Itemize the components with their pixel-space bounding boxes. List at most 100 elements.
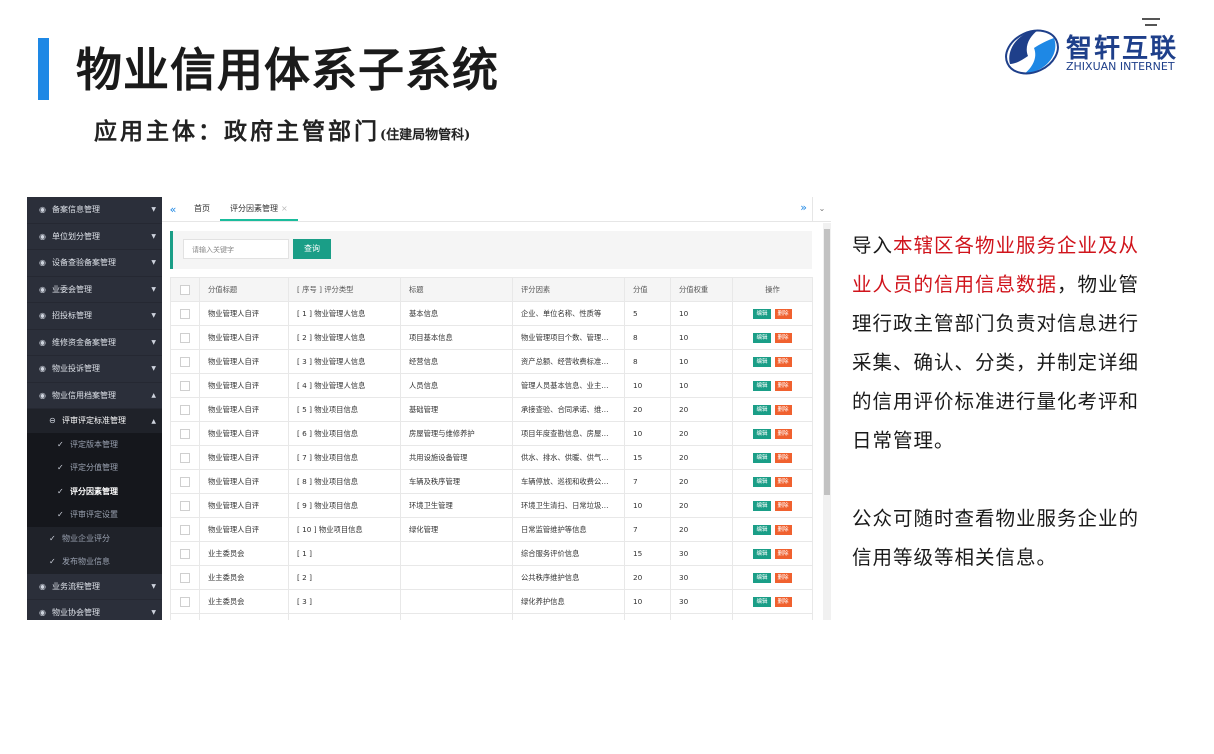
tab-scroll-left-icon[interactable]: « [162, 203, 184, 216]
sidebar-item[interactable]: ◉ 物业投诉管理 ▼ [27, 356, 162, 383]
row-checkbox-cell[interactable] [170, 613, 200, 620]
sidebar-item[interactable]: ◉ 物业协会管理 ▼ [27, 600, 162, 620]
delete-button[interactable]: 删除 [774, 549, 792, 559]
delete-button[interactable]: 删除 [774, 525, 792, 535]
close-icon[interactable]: × [281, 204, 288, 213]
table-cell: 物业管理人自评 [199, 445, 289, 470]
edit-button[interactable]: 编辑 [753, 405, 771, 415]
table-cell: 车辆及秩序管理 [400, 469, 513, 494]
checkbox[interactable] [180, 308, 190, 319]
checkbox[interactable] [180, 404, 190, 415]
checkbox[interactable] [180, 452, 190, 463]
sidebar-subitem[interactable]: ✓ 评分因素管理 [27, 479, 162, 503]
delete-button[interactable]: 删除 [774, 405, 792, 415]
row-checkbox-cell[interactable] [170, 565, 200, 590]
sidebar-item[interactable]: ◉ 维修资金备案管理 ▼ [27, 330, 162, 356]
edit-button[interactable]: 编辑 [753, 429, 771, 439]
checkbox[interactable] [180, 428, 190, 439]
edit-button[interactable]: 编辑 [753, 597, 771, 607]
table-cell: 10 [670, 325, 733, 350]
delete-button[interactable]: 删除 [774, 357, 792, 367]
delete-button[interactable]: 删除 [774, 597, 792, 607]
tab-scoring-factors[interactable]: 评分因素管理 × [220, 197, 298, 221]
sidebar-item-label: 评分因素管理 [70, 486, 118, 496]
delete-button[interactable]: 删除 [774, 573, 792, 583]
tab-home[interactable]: 首页 [184, 197, 220, 221]
row-checkbox-cell[interactable] [170, 397, 200, 422]
checkbox[interactable] [180, 476, 190, 487]
table-cell: 项目基本信息 [400, 325, 513, 350]
table-cell: [ 5 ] 物业项目信息 [288, 397, 401, 422]
edit-button[interactable]: 编辑 [753, 381, 771, 391]
table-cell: 30 [670, 541, 733, 566]
row-checkbox-cell[interactable] [170, 445, 200, 470]
page-subtitle: 应用主体：政府主管部门(住建局物管科) [94, 112, 470, 146]
sidebar-subitem[interactable]: ✓ 发布物业信息 [27, 550, 162, 574]
delete-button[interactable]: 删除 [774, 333, 792, 343]
checkbox[interactable] [180, 332, 190, 343]
delete-button[interactable]: 删除 [774, 477, 792, 487]
table-cell: 物业管理人自评 [199, 301, 289, 326]
row-checkbox-cell[interactable] [170, 349, 200, 374]
edit-button[interactable]: 编辑 [753, 525, 771, 535]
row-checkbox-cell[interactable] [170, 541, 200, 566]
table-cell: 经营信息 [400, 349, 513, 374]
page-title: 物业信用体系子系统 [76, 43, 499, 97]
edit-button[interactable]: 编辑 [753, 573, 771, 583]
sidebar-subitem[interactable]: ✓ 评定分值管理 [27, 456, 162, 480]
sidebar-subitem[interactable]: ✓ 物业企业评分 [27, 527, 162, 551]
sidebar-subitem[interactable]: ✓ 评定版本管理 [27, 432, 162, 456]
delete-button[interactable]: 删除 [774, 309, 792, 319]
sidebar-subitem[interactable]: ✓ 评审评定设置 [27, 503, 162, 527]
edit-button[interactable]: 编辑 [753, 453, 771, 463]
sidebar-item[interactable]: ◉ 设备查验备案管理 ▼ [27, 250, 162, 277]
edit-button[interactable]: 编辑 [753, 501, 771, 511]
checkbox[interactable] [180, 596, 190, 607]
sidebar-item[interactable]: ◉ 业务流程管理 ▼ [27, 574, 162, 600]
edit-button[interactable]: 编辑 [753, 549, 771, 559]
delete-button[interactable]: 删除 [774, 453, 792, 463]
row-checkbox-cell[interactable] [170, 589, 200, 614]
search-button[interactable]: 查询 [293, 239, 331, 259]
edit-button[interactable]: 编辑 [753, 477, 771, 487]
checkbox[interactable] [180, 380, 190, 391]
edit-button[interactable]: 编辑 [753, 333, 771, 343]
edit-button[interactable]: 编辑 [753, 357, 771, 367]
checkbox[interactable] [180, 356, 190, 367]
row-checkbox-cell[interactable] [170, 421, 200, 446]
chevron-down-icon[interactable]: ⌄ [812, 197, 831, 221]
caret-down-icon: ▼ [151, 232, 156, 240]
select-all-checkbox[interactable] [170, 277, 200, 302]
sidebar-item[interactable]: ◉ 物业信用档案管理 ▲ [27, 383, 162, 409]
delete-button[interactable]: 删除 [774, 381, 792, 391]
row-checkbox-cell[interactable] [170, 469, 200, 494]
checkbox[interactable] [180, 524, 190, 535]
table-cell: 20 [670, 493, 733, 518]
row-checkbox-cell[interactable] [170, 325, 200, 350]
sidebar-item[interactable]: ◉ 业委会管理 ▼ [27, 277, 162, 303]
row-checkbox-cell[interactable] [170, 301, 200, 326]
caret-down-icon: ▼ [151, 285, 156, 293]
sidebar-item[interactable]: ◉ 单位划分管理 ▼ [27, 224, 162, 250]
checkbox[interactable] [180, 548, 190, 559]
table-cell: 共用设施设备管理 [400, 445, 513, 470]
row-checkbox-cell[interactable] [170, 493, 200, 518]
delete-button[interactable]: 删除 [774, 501, 792, 511]
delete-button[interactable]: 删除 [774, 429, 792, 439]
row-actions: 编辑删除 [732, 469, 813, 494]
checkbox[interactable] [180, 284, 190, 295]
search-input[interactable]: 请输入关键字 [183, 239, 289, 259]
sidebar-subgroup[interactable]: ⊖ 评审评定标准管理 ▲ [27, 409, 162, 433]
table-cell: 30 [670, 565, 733, 590]
scrollbar-thumb[interactable] [824, 229, 830, 495]
scrollbar[interactable] [823, 223, 831, 620]
tab-scroll-right-icon[interactable]: » [800, 201, 807, 214]
table-cell: 10 [624, 421, 671, 446]
sidebar-item[interactable]: ◉ 备案信息管理 ▼ [27, 197, 162, 224]
sidebar-item[interactable]: ◉ 招投标管理 ▼ [27, 303, 162, 330]
checkbox[interactable] [180, 500, 190, 511]
edit-button[interactable]: 编辑 [753, 309, 771, 319]
row-checkbox-cell[interactable] [170, 373, 200, 398]
row-checkbox-cell[interactable] [170, 517, 200, 542]
checkbox[interactable] [180, 572, 190, 583]
